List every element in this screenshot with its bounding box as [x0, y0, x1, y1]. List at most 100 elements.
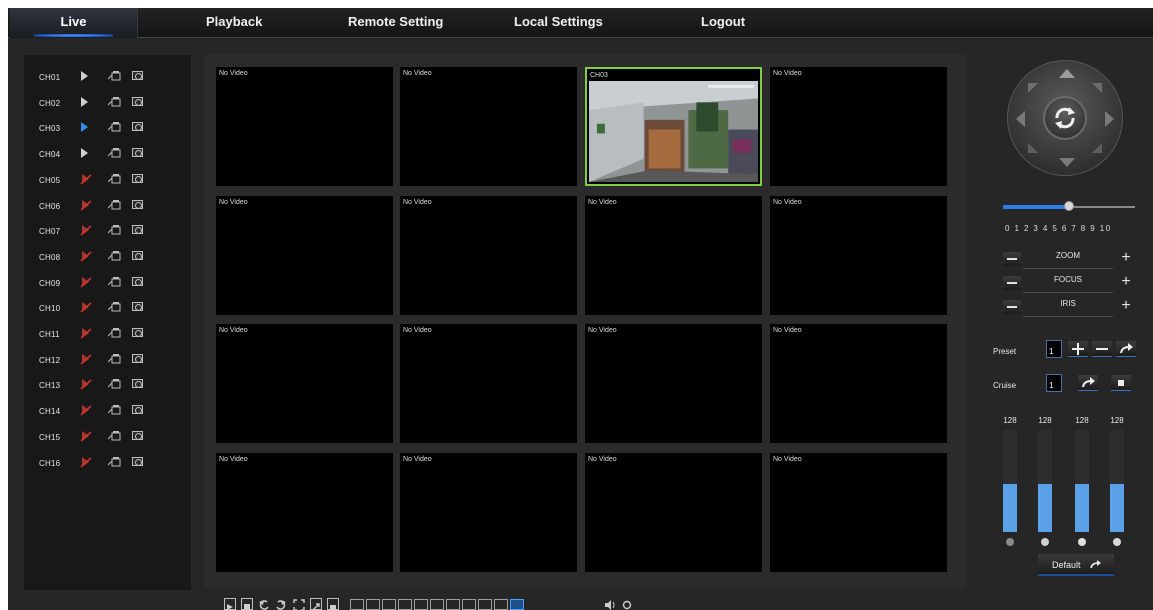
- ptz-up-right-arrow-icon[interactable]: [1092, 83, 1102, 93]
- channel-row[interactable]: CH04: [24, 144, 191, 164]
- play-disabled-icon[interactable]: [80, 327, 92, 339]
- record-icon[interactable]: [108, 327, 121, 338]
- ptz-down-left-arrow-icon[interactable]: [1028, 143, 1038, 153]
- channel-row[interactable]: CH10: [24, 298, 191, 318]
- channel-row[interactable]: CH16: [24, 453, 191, 473]
- video-tile[interactable]: No Video: [585, 324, 762, 443]
- layout-16-icon[interactable]: [478, 599, 492, 610]
- record-icon[interactable]: [108, 301, 121, 312]
- channel-row[interactable]: CH01: [24, 67, 191, 87]
- cruise-number-input[interactable]: 1: [1046, 374, 1062, 392]
- iris-close-button[interactable]: [1003, 300, 1021, 314]
- preset-delete-button[interactable]: [1092, 341, 1112, 357]
- snapshot-icon[interactable]: [132, 225, 143, 235]
- play-disabled-icon[interactable]: [80, 276, 92, 288]
- snapshot-icon[interactable]: [132, 430, 143, 440]
- default-button[interactable]: Default: [1038, 554, 1114, 576]
- speed-slider-thumb[interactable]: [1064, 201, 1074, 211]
- channel-row[interactable]: CH15: [24, 427, 191, 447]
- nav-local-settings[interactable]: Local Settings: [514, 8, 603, 38]
- play-disabled-icon[interactable]: [80, 430, 92, 442]
- volume-icon[interactable]: [604, 598, 616, 610]
- channel-row[interactable]: CH02: [24, 93, 191, 113]
- video-tile[interactable]: No Video: [216, 196, 393, 315]
- play-icon[interactable]: [81, 96, 88, 107]
- layout-14-icon[interactable]: [462, 599, 476, 610]
- preset-goto-button[interactable]: [1116, 341, 1136, 357]
- record-icon[interactable]: [108, 224, 121, 235]
- video-tile[interactable]: No Video: [400, 324, 577, 443]
- video-tile-selected[interactable]: CH03: [585, 67, 762, 186]
- record-icon[interactable]: [108, 404, 121, 415]
- snapshot-icon[interactable]: [132, 199, 143, 209]
- video-tile[interactable]: No Video: [400, 67, 577, 186]
- record-icon[interactable]: [108, 147, 121, 158]
- layout-1-icon[interactable]: [350, 599, 364, 610]
- layout-36-icon[interactable]: [510, 599, 524, 610]
- play-disabled-icon[interactable]: [80, 301, 92, 313]
- video-tile[interactable]: No Video: [216, 453, 393, 572]
- hue-slider[interactable]: [1110, 430, 1124, 532]
- record-icon[interactable]: [108, 353, 121, 364]
- zoom-out-button[interactable]: [1003, 252, 1021, 266]
- play-icon[interactable]: [81, 71, 88, 81]
- channel-row[interactable]: CH12: [24, 350, 191, 370]
- record-icon[interactable]: [108, 378, 121, 389]
- play-disabled-icon[interactable]: [80, 378, 92, 390]
- ptz-down-right-arrow-icon[interactable]: [1092, 143, 1102, 153]
- record-icon[interactable]: [108, 456, 121, 467]
- zoom-in-view-icon[interactable]: [310, 598, 322, 610]
- stop-all-preview-icon[interactable]: [241, 598, 253, 610]
- channel-row[interactable]: CH09: [24, 273, 191, 293]
- play-icon[interactable]: [81, 148, 88, 159]
- channel-row[interactable]: CH05: [24, 170, 191, 190]
- brightness-slider[interactable]: [1003, 430, 1017, 532]
- search-icon[interactable]: [622, 598, 634, 610]
- play-disabled-icon[interactable]: [80, 199, 92, 211]
- snapshot-icon[interactable]: [132, 379, 143, 389]
- play-icon[interactable]: [81, 122, 88, 133]
- nav-logout[interactable]: Logout: [701, 8, 745, 38]
- play-disabled-icon[interactable]: [80, 250, 92, 262]
- video-tile[interactable]: No Video: [400, 453, 577, 572]
- previous-page-icon[interactable]: [258, 598, 270, 610]
- ptz-speed-slider[interactable]: [1003, 201, 1135, 211]
- channel-row[interactable]: CH07: [24, 221, 191, 241]
- layout-6-icon[interactable]: [382, 599, 396, 610]
- record-icon[interactable]: [108, 96, 121, 107]
- layout-25-icon[interactable]: [494, 599, 508, 610]
- record-icon[interactable]: [108, 70, 121, 81]
- capture-icon[interactable]: [327, 598, 339, 610]
- snapshot-icon[interactable]: [132, 148, 143, 158]
- video-tile[interactable]: No Video: [585, 196, 762, 315]
- snapshot-icon[interactable]: [132, 405, 143, 415]
- video-tile[interactable]: No Video: [216, 67, 393, 186]
- ptz-down-arrow-icon[interactable]: [1059, 158, 1075, 167]
- focus-near-button[interactable]: [1003, 276, 1021, 290]
- channel-row[interactable]: CH13: [24, 375, 191, 395]
- ptz-up-left-arrow-icon[interactable]: [1028, 83, 1038, 93]
- channel-row[interactable]: CH06: [24, 196, 191, 216]
- fullscreen-icon[interactable]: [293, 598, 305, 610]
- play-disabled-icon[interactable]: [80, 353, 92, 365]
- iris-open-button[interactable]: +: [1117, 298, 1135, 314]
- cruise-start-button[interactable]: [1078, 375, 1098, 391]
- snapshot-icon[interactable]: [132, 122, 143, 132]
- video-tile[interactable]: No Video: [216, 324, 393, 443]
- play-disabled-icon[interactable]: [80, 173, 92, 185]
- video-tile[interactable]: No Video: [770, 67, 947, 186]
- layout-9-icon[interactable]: [414, 599, 428, 610]
- ptz-right-arrow-icon[interactable]: [1105, 111, 1114, 127]
- snapshot-icon[interactable]: [132, 276, 143, 286]
- contrast-slider[interactable]: [1038, 430, 1052, 532]
- saturation-slider[interactable]: [1075, 430, 1089, 532]
- start-all-preview-icon[interactable]: [224, 598, 236, 610]
- snapshot-icon[interactable]: [132, 328, 143, 337]
- play-disabled-icon[interactable]: [80, 404, 92, 416]
- channel-row[interactable]: CH03: [24, 118, 191, 138]
- layout-10-icon[interactable]: [430, 599, 444, 610]
- record-icon[interactable]: [108, 430, 121, 441]
- focus-far-button[interactable]: +: [1117, 274, 1135, 290]
- preset-number-input[interactable]: 1: [1046, 340, 1062, 358]
- play-disabled-icon[interactable]: [80, 456, 92, 468]
